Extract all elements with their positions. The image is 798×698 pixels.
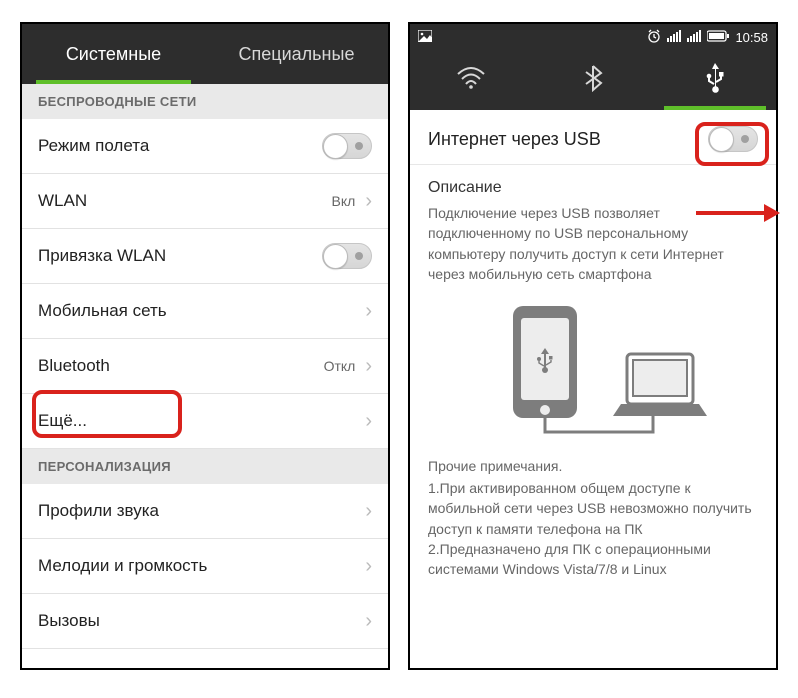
status-time: 10:58 [735, 30, 768, 45]
row-ringtones-label: Мелодии и громкость [38, 556, 207, 576]
description-block: Описание Подключение через USB позволяет… [410, 165, 776, 284]
airplane-toggle[interactable] [322, 133, 372, 159]
signal-icon [687, 30, 701, 45]
row-wlan-tether[interactable]: Привязка WLAN [22, 229, 388, 284]
alarm-icon [647, 29, 661, 46]
notes-block: Прочие примечания. 1.При активированном … [410, 454, 776, 593]
note-1: 1.При активированном общем доступе к моб… [428, 478, 758, 539]
tab-wifi[interactable] [410, 50, 532, 110]
usb-tether-title: Интернет через USB [428, 129, 601, 150]
tab-system-label: Системные [66, 44, 161, 65]
signal-icon [667, 30, 681, 45]
chevron-right-icon: › [365, 190, 372, 213]
row-bluetooth-label: Bluetooth [38, 356, 110, 376]
chevron-right-icon: › [365, 410, 372, 433]
wifi-icon [456, 66, 486, 95]
row-bluetooth[interactable]: Bluetooth Откл › [22, 339, 388, 394]
chevron-right-icon: › [365, 500, 372, 523]
row-wlan-tether-label: Привязка WLAN [38, 246, 166, 266]
row-airplane-label: Режим полета [38, 136, 149, 156]
chevron-right-icon: › [365, 555, 372, 578]
chevron-right-icon: › [365, 355, 372, 378]
tab-usb[interactable] [654, 50, 776, 110]
illustration [410, 284, 776, 454]
row-wlan-label: WLAN [38, 191, 87, 211]
description-title: Описание [428, 179, 758, 197]
tab-bluetooth[interactable] [532, 50, 654, 110]
section-personalization: ПЕРСОНАЛИЗАЦИЯ [22, 449, 388, 484]
row-more-label: Ещё... [38, 411, 87, 431]
row-wlan[interactable]: WLAN Вкл › [22, 174, 388, 229]
top-tabs: Системные Специальные [22, 24, 388, 84]
row-sound-profiles[interactable]: Профили звука › [22, 484, 388, 539]
row-ringtones[interactable]: Мелодии и громкость › [22, 539, 388, 594]
row-mobile[interactable]: Мобильная сеть › [22, 284, 388, 339]
notes-title: Прочие примечания. [428, 458, 758, 474]
row-security[interactable]: Безопасность [22, 649, 388, 670]
wlan-tether-toggle[interactable] [322, 243, 372, 269]
row-sound-profiles-label: Профили звука [38, 501, 159, 521]
usb-tether-row: Интернет через USB [410, 110, 776, 165]
status-bar: 10:58 [410, 24, 776, 50]
row-mobile-label: Мобильная сеть [38, 301, 167, 321]
row-more[interactable]: Ещё... › [22, 394, 388, 449]
row-calls[interactable]: Вызовы › [22, 594, 388, 649]
usb-tether-toggle[interactable] [708, 126, 758, 152]
tab-system[interactable]: Системные [22, 24, 205, 84]
right-phone-frame: 10:58 Интернет через USB Описание Подклю… [408, 22, 778, 670]
description-text: Подключение через USB позволяет подключе… [428, 203, 758, 284]
row-airplane[interactable]: Режим полета [22, 119, 388, 174]
usb-icon [704, 63, 726, 98]
bluetooth-state: Откл [324, 358, 356, 374]
tab-special[interactable]: Специальные [205, 24, 388, 84]
chevron-right-icon: › [365, 300, 372, 323]
section-wireless: БЕСПРОВОДНЫЕ СЕТИ [22, 84, 388, 119]
icon-tabs [410, 50, 776, 110]
row-security-label: Безопасность [38, 667, 146, 671]
tab-special-label: Специальные [239, 44, 355, 65]
left-phone-frame: Системные Специальные БЕСПРОВОДНЫЕ СЕТИ … [20, 22, 390, 670]
bluetooth-icon [583, 64, 603, 97]
battery-icon [707, 30, 729, 45]
wlan-state: Вкл [332, 193, 356, 209]
note-2: 2.Предназначено для ПК с операционными с… [428, 539, 758, 580]
chevron-right-icon: › [365, 610, 372, 633]
image-icon [418, 30, 432, 45]
row-calls-label: Вызовы [38, 611, 100, 631]
